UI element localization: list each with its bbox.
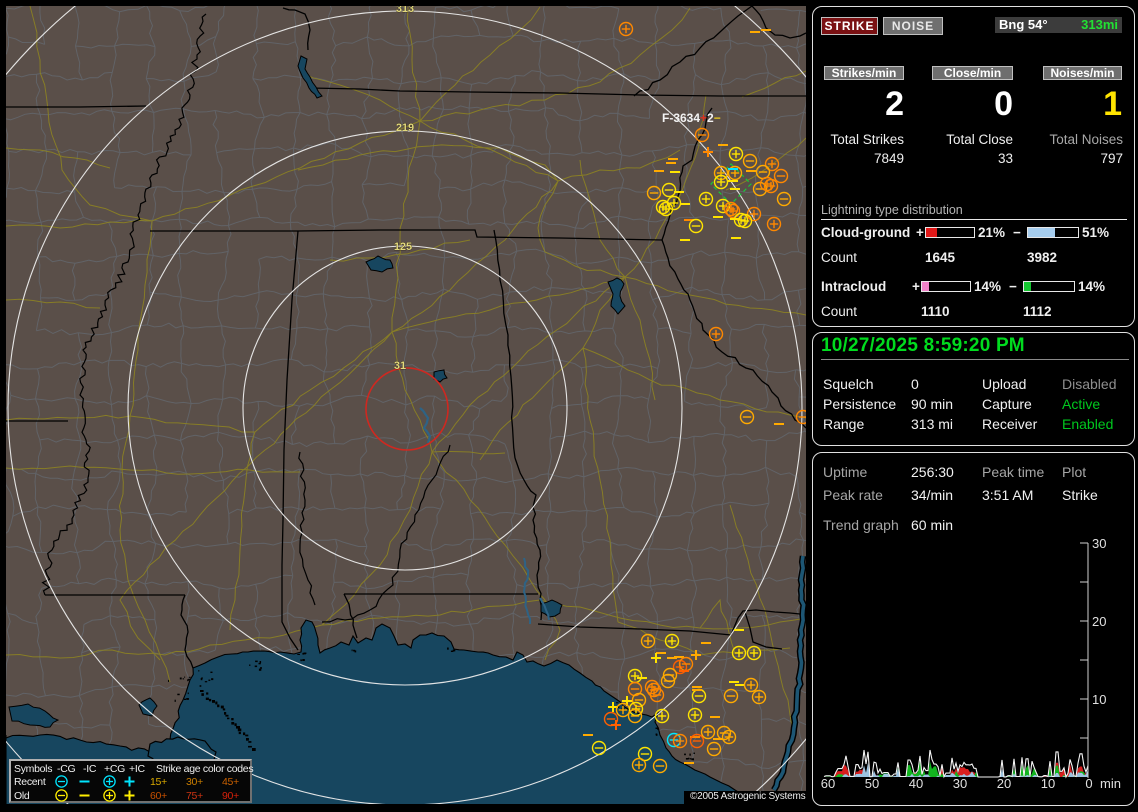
svg-text:10: 10 <box>1041 776 1055 791</box>
svg-text:30: 30 <box>953 776 967 791</box>
svg-text:min: min <box>1100 776 1121 791</box>
svg-text:60: 60 <box>821 776 835 791</box>
svg-text:313: 313 <box>396 6 414 15</box>
svg-text:0: 0 <box>1085 776 1092 791</box>
svg-text:F-3634+2−: F-3634+2− <box>662 111 721 125</box>
svg-text:10: 10 <box>1092 692 1106 707</box>
svg-text:40: 40 <box>909 776 923 791</box>
svg-text:31: 31 <box>394 360 406 372</box>
svg-text:20: 20 <box>997 776 1011 791</box>
svg-text:219: 219 <box>396 122 414 134</box>
svg-text:50: 50 <box>865 776 879 791</box>
svg-text:20: 20 <box>1092 614 1106 629</box>
svg-text:30: 30 <box>1092 536 1106 551</box>
svg-text:125: 125 <box>394 241 412 253</box>
